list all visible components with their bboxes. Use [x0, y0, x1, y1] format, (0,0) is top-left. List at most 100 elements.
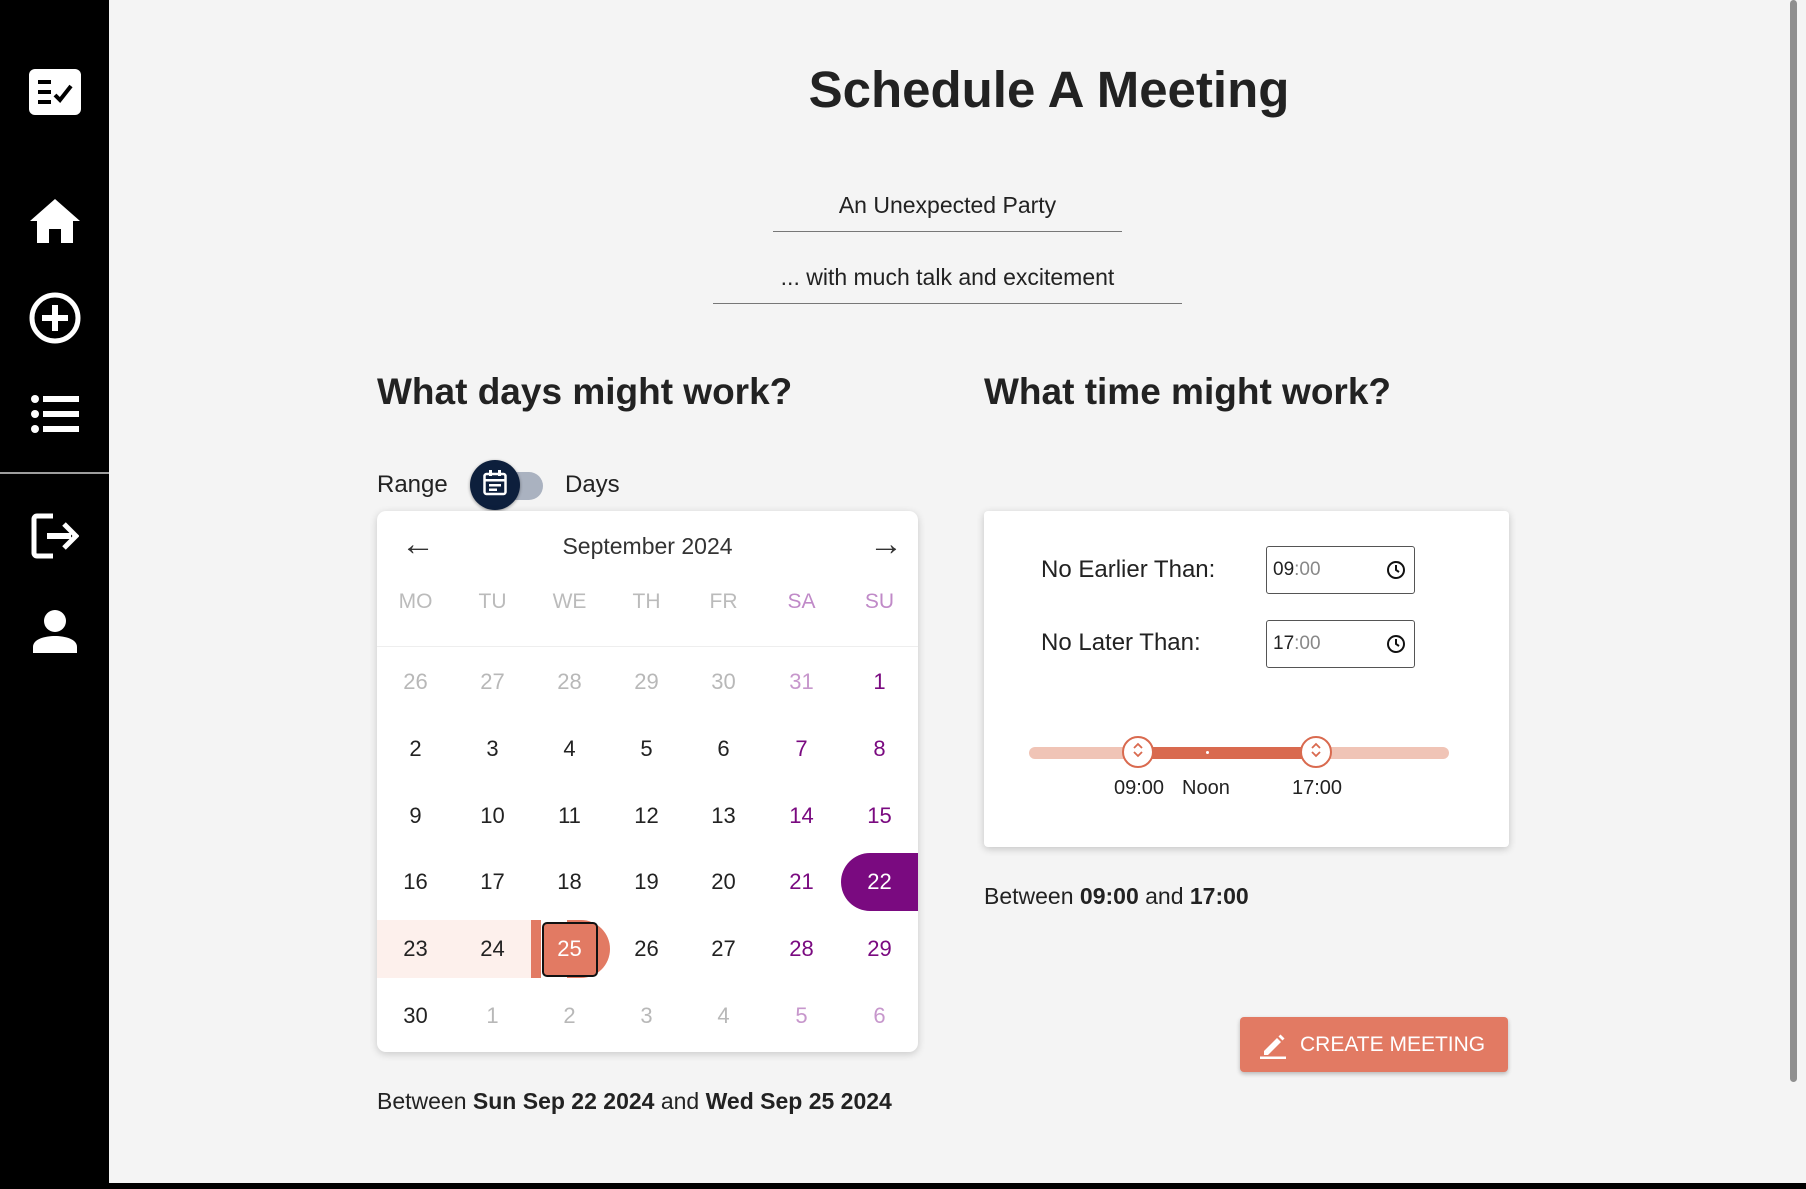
calendar-day[interactable]: 28 — [763, 920, 840, 978]
drag-handle-icon — [1132, 742, 1144, 763]
calendar-day[interactable]: 29 — [608, 653, 685, 711]
edit-pencil-icon — [1260, 1031, 1286, 1059]
toggle-range-label: Range — [377, 471, 448, 498]
calendar-day[interactable]: 2 — [531, 987, 608, 1045]
weekday-label: SA — [787, 590, 816, 613]
meeting-name-field[interactable]: An Unexpected Party — [773, 192, 1122, 232]
meeting-description-field[interactable]: ... with much talk and excitement — [713, 264, 1182, 304]
checklist-icon[interactable] — [27, 64, 83, 120]
calendar-day[interactable]: 28 — [531, 653, 608, 711]
vertical-scrollbar[interactable] — [1790, 0, 1806, 1183]
time-summary-and: and — [1145, 883, 1184, 909]
calendar-day[interactable]: 10 — [454, 787, 531, 845]
calendar-day[interactable]: 13 — [685, 787, 762, 845]
weekday-label: MO — [398, 590, 433, 613]
earliest-minute: 00 — [1299, 559, 1321, 580]
calendar-month-label: September 2024 — [377, 533, 918, 560]
time-summary-start: 09:00 — [1079, 883, 1139, 909]
calendar-separator — [377, 646, 918, 647]
calendar-day[interactable]: 5 — [608, 720, 685, 778]
summary-end-date: Wed Sep 25 2024 — [705, 1088, 892, 1114]
calendar-day[interactable]: 29 — [841, 920, 918, 978]
days-heading: What days might work? — [377, 371, 793, 412]
calendar-day[interactable]: 2 — [377, 720, 454, 778]
calendar-day[interactable]: 19 — [608, 853, 685, 911]
calendar-day[interactable]: 4 — [531, 720, 608, 778]
list-icon[interactable] — [27, 386, 83, 442]
calendar-day[interactable]: 30 — [685, 653, 762, 711]
calendar-day[interactable]: 3 — [608, 987, 685, 1045]
calendar-day[interactable]: 31 — [763, 653, 840, 711]
scrollbar-thumb[interactable] — [1790, 0, 1797, 1082]
calendar-day[interactable]: 27 — [685, 920, 762, 978]
calendar-day[interactable]: 30 — [377, 987, 454, 1045]
calendar-day[interactable]: 21 — [763, 853, 840, 911]
time-range-card: No Earlier Than: 09:00 No Later Than: 17… — [984, 511, 1509, 847]
calendar-day[interactable]: 1 — [454, 987, 531, 1045]
page-title: Schedule A Meeting — [808, 61, 1290, 118]
slider-start-label: 09:00 — [1114, 777, 1165, 799]
home-icon[interactable] — [27, 193, 83, 249]
slider-end-thumb[interactable] — [1300, 736, 1332, 768]
latest-time-label: No Later Than: — [1041, 629, 1201, 656]
calendar-day[interactable]: 11 — [531, 787, 608, 845]
calendar-day[interactable]: 6 — [685, 720, 762, 778]
calendar-day[interactable]: 6 — [841, 987, 918, 1045]
person-icon[interactable] — [27, 603, 83, 659]
calendar-day[interactable]: 9 — [377, 787, 454, 845]
calendar-month: September — [562, 533, 675, 559]
slider-end-label: 17:00 — [1292, 777, 1343, 799]
clock-icon[interactable] — [1386, 560, 1406, 586]
latest-minute: 00 — [1299, 633, 1321, 654]
sidebar — [0, 0, 109, 1189]
logout-icon[interactable] — [27, 508, 83, 564]
calendar-day[interactable]: 16 — [377, 853, 454, 911]
calendar-day[interactable]: 14 — [763, 787, 840, 845]
calendar-day[interactable]: 27 — [454, 653, 531, 711]
calendar-day[interactable]: 4 — [685, 987, 762, 1045]
calendar-day[interactable]: 8 — [841, 720, 918, 778]
sidebar-divider — [0, 472, 109, 474]
calendar-day[interactable]: 12 — [608, 787, 685, 845]
calendar-day[interactable]: 26 — [377, 653, 454, 711]
weekday-label: SU — [864, 590, 895, 613]
latest-time-input[interactable]: 17:00 — [1266, 620, 1415, 668]
create-meeting-button[interactable]: CREATE MEETING — [1240, 1017, 1508, 1072]
time-range-summary: Between 09:00 and 17:00 — [984, 883, 1249, 910]
earliest-hour: 09 — [1273, 559, 1295, 580]
summary-and: and — [660, 1088, 700, 1114]
calendar-day[interactable]: 7 — [763, 720, 840, 778]
window-bottom-edge — [0, 1183, 1806, 1189]
time-heading: What time might work? — [984, 371, 1391, 412]
calendar-day[interactable]: 5 — [763, 987, 840, 1045]
calendar-day[interactable]: 26 — [608, 920, 685, 978]
weekday-label: TH — [632, 590, 661, 613]
earliest-time-input[interactable]: 09:00 — [1266, 546, 1415, 594]
slider-noon-label: Noon — [1182, 777, 1230, 799]
calendar-day[interactable]: 1 — [841, 653, 918, 711]
time-summary-prefix: Between — [984, 883, 1074, 909]
summary-start-date: Sun Sep 22 2024 — [472, 1088, 655, 1114]
weekday-label: WE — [552, 590, 587, 613]
calendar-day-range-end[interactable]: 25 — [531, 920, 608, 978]
calendar-day[interactable]: 17 — [454, 853, 531, 911]
calendar-day[interactable]: 18 — [531, 853, 608, 911]
calendar-day[interactable]: 20 — [685, 853, 762, 911]
calendar-day[interactable]: 24 — [454, 920, 531, 978]
date-range-calendar: ← September 2024 → MO TU WE TH FR SA SU … — [377, 511, 918, 1052]
calendar-year: 2024 — [681, 533, 733, 559]
time-summary-end: 17:00 — [1189, 883, 1249, 909]
latest-hour: 17 — [1273, 633, 1295, 654]
clock-icon[interactable] — [1386, 634, 1406, 660]
next-month-button[interactable]: → — [869, 525, 903, 564]
toggle-knob[interactable] — [470, 460, 520, 510]
calendar-day[interactable]: 15 — [841, 787, 918, 845]
weekday-label: TU — [478, 590, 507, 613]
calendar-day[interactable]: 3 — [454, 720, 531, 778]
calendar-day-range-start[interactable]: 22 — [841, 853, 918, 911]
add-circle-icon[interactable] — [27, 290, 83, 346]
slider-start-thumb[interactable] — [1122, 736, 1154, 768]
weekday-label: FR — [709, 590, 738, 613]
summary-prefix: Between — [377, 1088, 467, 1114]
calendar-day[interactable]: 23 — [377, 920, 454, 978]
